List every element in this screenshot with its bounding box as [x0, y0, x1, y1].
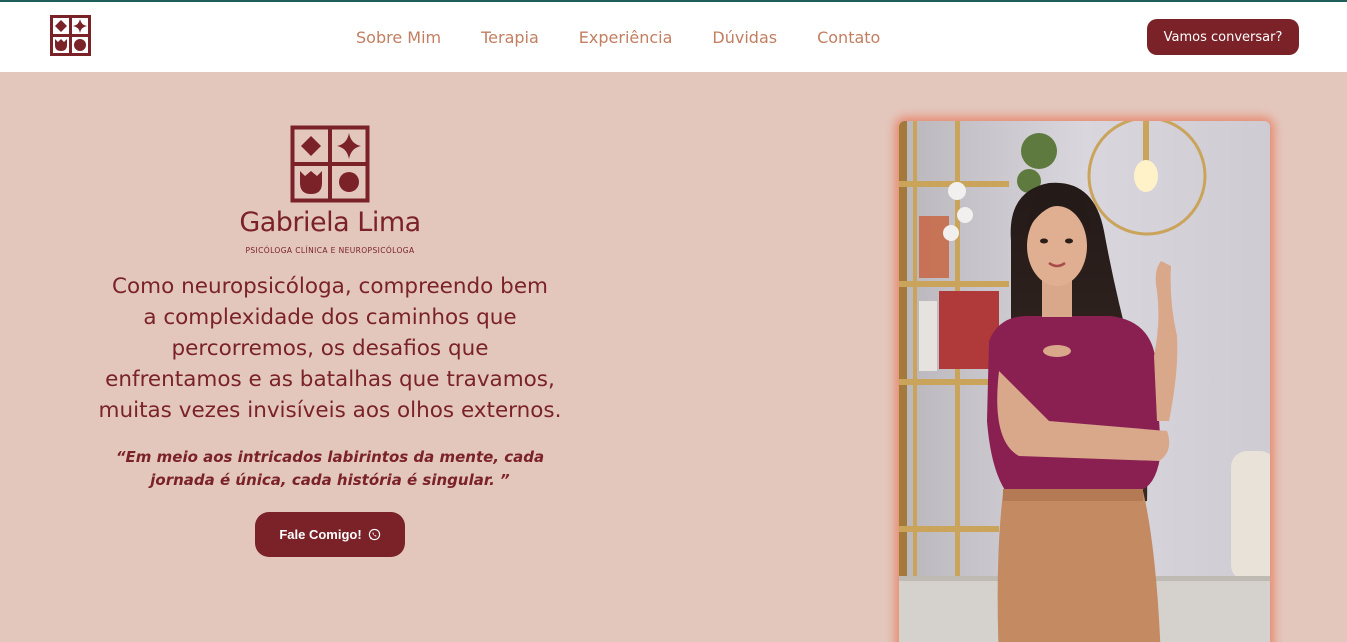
main-nav: Sobre Mim Terapia Experiência Dúvidas Co… [356, 2, 920, 72]
brand-subtitle: PSICÓLOGA CLÍNICA E NEUROPSICÓLOGA [245, 246, 415, 255]
nav-link-terapia[interactable]: Terapia [481, 28, 539, 47]
brand-mark-icon[interactable] [50, 15, 91, 56]
quote-line: jornada é única, cada história é singula… [150, 471, 510, 489]
navbar: Sobre Mim Terapia Experiência Dúvidas Co… [0, 2, 1347, 72]
nav-link-duvidas[interactable]: Dúvidas [712, 28, 777, 47]
fale-comigo-button[interactable]: Fale Comigo! [255, 512, 405, 557]
portrait-photo [899, 121, 1270, 642]
brand-logo-icon [290, 125, 370, 203]
nav-link-contato[interactable]: Contato [817, 28, 880, 47]
lead-line: Como neuropsicóloga, compreendo bem [112, 274, 548, 299]
lead-line: enfrentamos e as batalhas que travamos, [105, 367, 555, 392]
fale-comigo-label: Fale Comigo! [279, 527, 362, 542]
brand-name: Gabriela Lima [239, 207, 421, 238]
lead-line: a complexidade dos caminhos que [143, 305, 517, 330]
lead-line: muitas vezes invisíveis aos olhos extern… [98, 398, 562, 423]
whatsapp-icon [368, 528, 380, 541]
quote-line: “Em meio aos intricados labirintos da me… [115, 448, 545, 466]
nav-link-experiencia[interactable]: Experiência [579, 28, 673, 47]
hero-lead-text: Como neuropsicóloga, compreendo bem a co… [70, 271, 590, 426]
hero-quote: “Em meio aos intricados labirintos da me… [90, 446, 570, 492]
lead-line: percorremos, os desafios que [171, 336, 489, 361]
nav-link-sobre-mim[interactable]: Sobre Mim [356, 28, 441, 47]
vamos-conversar-button[interactable]: Vamos conversar? [1147, 19, 1299, 55]
